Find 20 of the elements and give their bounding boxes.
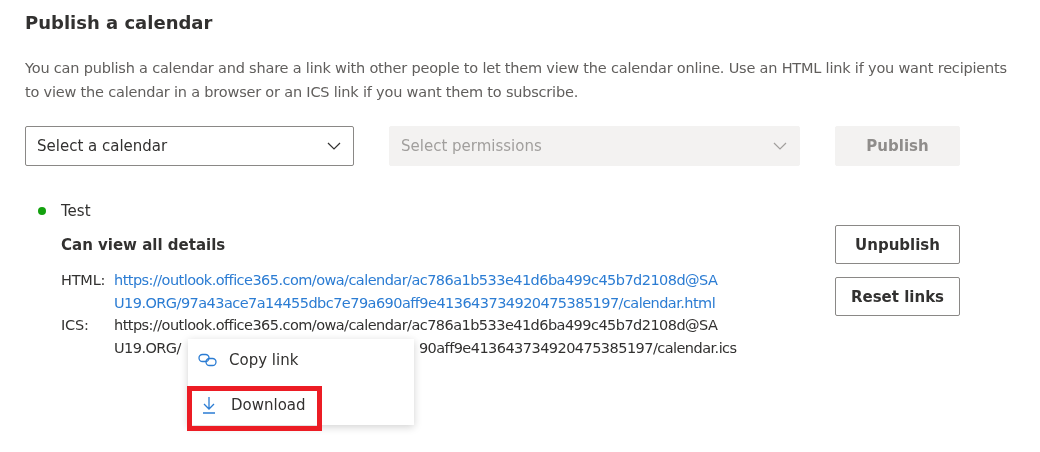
link-label: ICS: [61, 316, 90, 335]
link-url[interactable]: https://outlook.office365.com/owa/calendar/ac786a1b533e41d6ba499c45b7d2108d@SA [114, 314, 718, 337]
menu-item[interactable]: Copy link [188, 341, 414, 379]
link-url[interactable]: U19.ORG/ [114, 336, 181, 359]
description-text: You can publish a calendar and share a link with other people to let them view the calendar online. Use an HTML link if you want recipients to view the calendar in a browser or an ICS link if you want them to subscribe. [25, 59, 1008, 102]
link-icon [198, 353, 218, 367]
download-icon [202, 396, 216, 414]
permission-label: Can view all details [61, 235, 227, 256]
action-button[interactable]: Reset links [835, 277, 960, 316]
chevron-down-icon [773, 142, 787, 150]
link-url[interactable]: U19.ORG/97a43ace7a14455dbc7e79a690aff9e413643734920475385197/calendar.html [114, 291, 716, 314]
link-url[interactable]: https://outlook.office365.com/owa/calendar/ac786a1b533e41d6ba499c45b7d2108d@SA [114, 269, 718, 292]
menu-item[interactable]: Download [188, 386, 414, 424]
action-button[interactable]: Unpublish [835, 225, 960, 264]
chevron-down-icon [327, 142, 341, 150]
link-label: HTML: [61, 271, 107, 290]
calendar-name: Test [61, 202, 91, 220]
link-url[interactable]: 90aff9e413643734920475385197/calendar.ics [418, 336, 737, 359]
calendar-dropdown[interactable]: Select a calendar [25, 126, 354, 166]
page-title: Publish a calendar [25, 11, 214, 35]
